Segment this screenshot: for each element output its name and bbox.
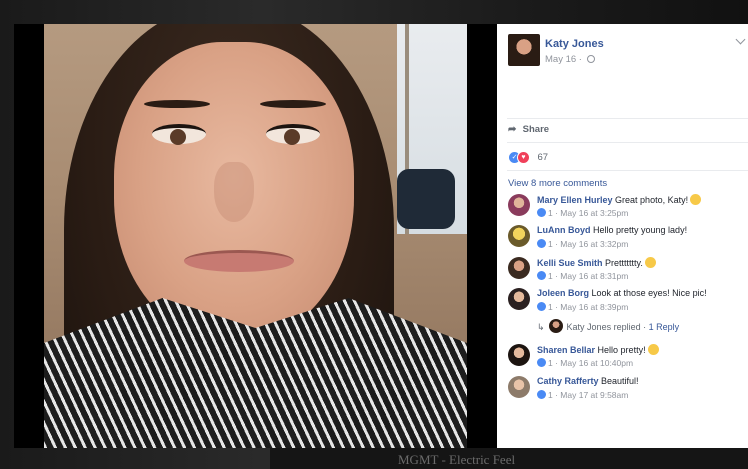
photo-face bbox=[114, 42, 354, 342]
comment-time[interactable]: May 16 at 10:40pm bbox=[560, 358, 633, 368]
comment-time[interactable]: May 16 at 3:25pm bbox=[560, 208, 628, 218]
comment-like-count[interactable]: 1 bbox=[548, 390, 553, 400]
commenter-avatar[interactable] bbox=[508, 288, 530, 310]
divider bbox=[507, 142, 748, 143]
like-badge-icon bbox=[537, 358, 546, 367]
share-label: Share bbox=[522, 124, 550, 135]
divider bbox=[507, 118, 748, 119]
emoji-icon bbox=[647, 344, 659, 355]
photo-chair bbox=[397, 169, 455, 229]
like-badge-icon bbox=[537, 208, 546, 217]
emoji-icon bbox=[644, 257, 656, 268]
comment-like-count[interactable]: 1 bbox=[548, 271, 553, 281]
comment-like-count[interactable]: 1 bbox=[548, 239, 553, 249]
comment-like-count[interactable]: 1 bbox=[548, 208, 553, 218]
commenter-name[interactable]: Sharen Bellar bbox=[537, 345, 595, 355]
comment-text: Look at those eyes! Nice pic! bbox=[591, 288, 707, 298]
author-name[interactable]: Katy Jones bbox=[545, 38, 604, 50]
comment-text: Beautiful! bbox=[601, 376, 639, 386]
chevron-down-icon[interactable] bbox=[735, 34, 746, 45]
emoji-icon bbox=[690, 194, 702, 205]
comment-like-count[interactable]: 1 bbox=[548, 302, 553, 312]
post-header: Katy Jones May 16 · bbox=[508, 34, 604, 71]
reply-author: Katy Jones bbox=[566, 322, 612, 332]
love-reaction-icon: ♥ bbox=[517, 151, 530, 165]
share-arrow-icon: ➦ bbox=[508, 124, 517, 135]
post-photo[interactable] bbox=[44, 24, 467, 448]
like-badge-icon bbox=[537, 239, 546, 248]
background-caption: MGMT - Electric Feel bbox=[398, 452, 516, 467]
comment-time[interactable]: May 16 at 8:39pm bbox=[560, 302, 628, 312]
commenter-avatar[interactable] bbox=[508, 194, 530, 216]
commenter-avatar[interactable] bbox=[508, 257, 530, 279]
commenter-name[interactable]: Joleen Borg bbox=[537, 288, 589, 298]
comment-text: Prettttttty. bbox=[605, 258, 643, 268]
like-badge-icon bbox=[537, 390, 546, 399]
post-date[interactable]: May 16 · bbox=[545, 54, 595, 65]
photo-viewer bbox=[14, 24, 497, 448]
commenter-avatar[interactable] bbox=[508, 376, 530, 398]
reply-text: replied bbox=[613, 322, 641, 332]
commenter-name[interactable]: Cathy Rafferty bbox=[537, 376, 599, 386]
divider bbox=[507, 170, 748, 171]
like-badge-icon bbox=[537, 271, 546, 280]
comment-text: Hello pretty! bbox=[597, 345, 646, 355]
reply-arrow-icon: ↳ bbox=[537, 322, 545, 332]
comment-time[interactable]: May 16 at 8:31pm bbox=[560, 271, 628, 281]
comment-text: Hello pretty young lady! bbox=[593, 225, 688, 235]
like-badge-icon bbox=[537, 302, 546, 311]
reply-avatar bbox=[548, 319, 563, 333]
reactions-summary[interactable]: ✓ ♥ 67 bbox=[508, 149, 549, 165]
commenter-avatar[interactable] bbox=[508, 225, 530, 247]
view-more-comments-link[interactable]: View 8 more comments bbox=[508, 178, 607, 189]
globe-icon bbox=[586, 55, 595, 63]
comment-like-count[interactable]: 1 bbox=[548, 358, 553, 368]
author-avatar[interactable] bbox=[508, 34, 540, 66]
commenter-name[interactable]: Kelli Sue Smith bbox=[537, 258, 603, 268]
commenter-name[interactable]: Mary Ellen Hurley bbox=[537, 195, 613, 205]
commenter-avatar[interactable] bbox=[508, 344, 530, 366]
reply-thread-link[interactable]: ↳ Katy Jones replied · 1 Reply bbox=[537, 319, 679, 333]
reply-count[interactable]: 1 Reply bbox=[649, 322, 680, 332]
commenter-name[interactable]: LuAnn Boyd bbox=[537, 225, 591, 235]
comment-text: Great photo, Katy! bbox=[615, 195, 689, 205]
reactions-count: 67 bbox=[537, 152, 549, 164]
share-button[interactable]: ➦ Share bbox=[508, 124, 549, 135]
comment-time[interactable]: May 17 at 9:58am bbox=[560, 390, 628, 400]
post-side-panel: Katy Jones May 16 · ➦ Share ✓ ♥ 67 View 8… bbox=[497, 24, 748, 448]
comment-time[interactable]: May 16 at 3:32pm bbox=[560, 239, 628, 249]
